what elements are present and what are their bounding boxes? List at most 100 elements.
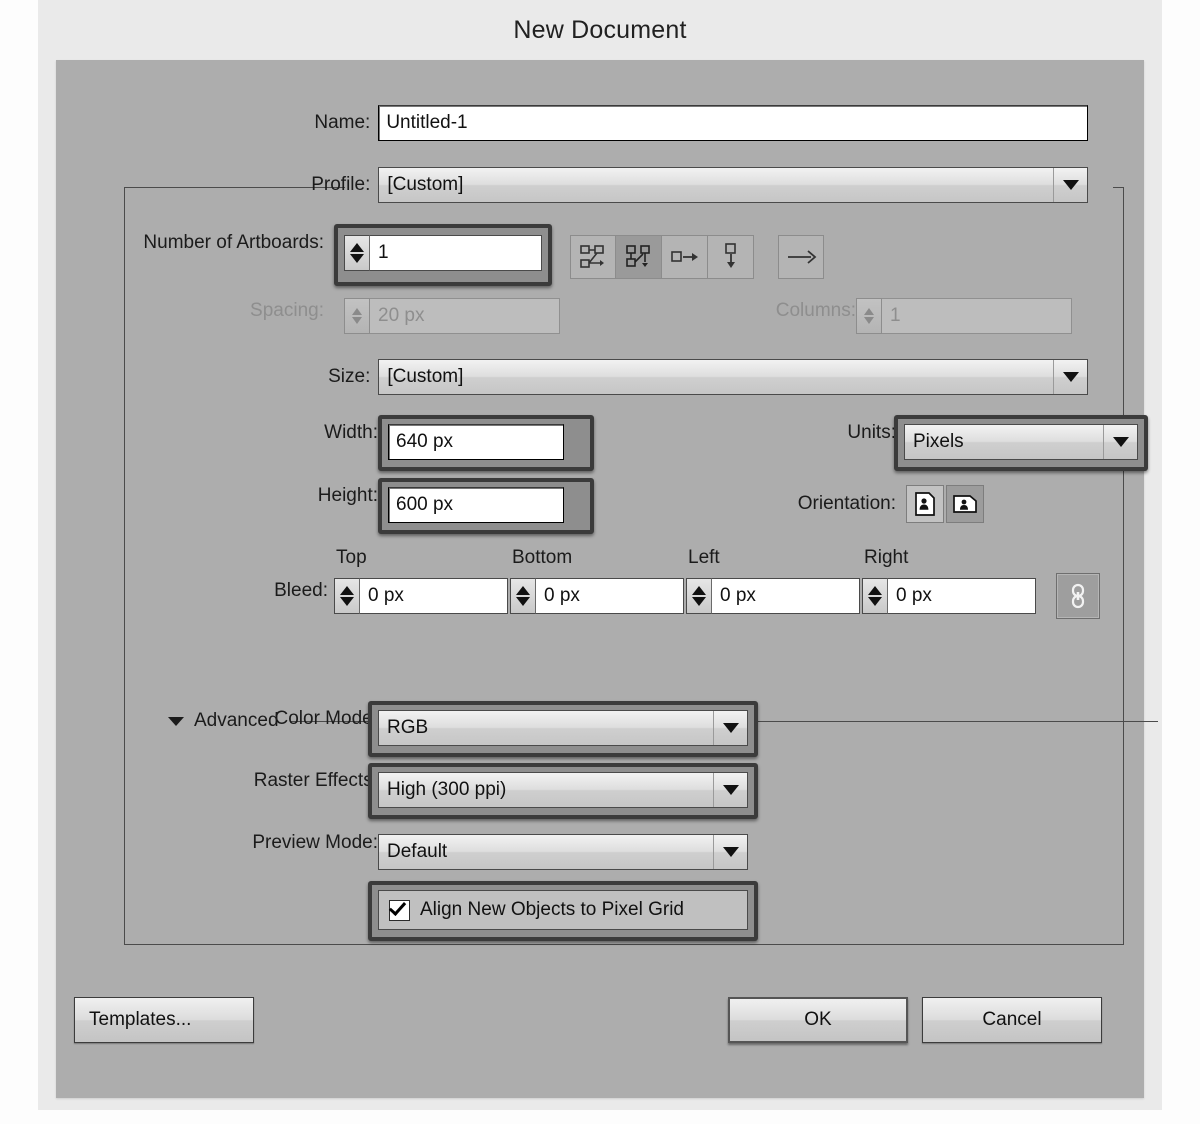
color-mode-select[interactable]: RGB: [378, 710, 748, 746]
spinner-up-icon[interactable]: [340, 586, 354, 595]
spinner-up-icon: [864, 308, 874, 315]
arrange-by-column-button[interactable]: [708, 235, 754, 279]
chevron-down-icon: [1053, 360, 1087, 394]
raster-effects-select[interactable]: High (300 ppi): [378, 772, 748, 808]
width-input[interactable]: 640 px: [388, 424, 564, 460]
orientation-label: Orientation:: [797, 493, 896, 514]
size-row: Size: [Custom]: [238, 359, 1088, 395]
chevron-down-icon: [713, 773, 747, 807]
name-input[interactable]: Untitled-1: [378, 105, 1088, 141]
spinner-down-icon[interactable]: [516, 597, 530, 606]
profile-label: Profile:: [311, 174, 371, 195]
orientation-row: Orientation:: [696, 485, 984, 523]
size-label: Size:: [328, 366, 371, 387]
bleed-left-spinner[interactable]: [686, 578, 712, 614]
bleed-bottom-label: Bottom: [512, 547, 573, 568]
columns-label: Columns:: [775, 300, 856, 321]
units-label: Units:: [847, 422, 896, 443]
window-title: New Document: [513, 15, 687, 44]
align-pixel-grid-checkbox-row[interactable]: Align New Objects to Pixel Grid: [378, 890, 748, 930]
width-row: Width:: [238, 422, 386, 444]
size-select[interactable]: [Custom]: [378, 359, 1088, 395]
orientation-landscape-button[interactable]: [946, 485, 984, 523]
preview-mode-label: Preview Mode:: [252, 832, 378, 853]
grid-by-row-button[interactable]: [570, 235, 616, 279]
layout-direction-button[interactable]: [778, 235, 824, 279]
columns-spinner: [856, 298, 882, 334]
spacing-row: Spacing:: [74, 300, 334, 322]
bleed-right-stepper[interactable]: 0 px: [862, 578, 1036, 614]
chevron-down-icon: [713, 835, 747, 869]
units-select[interactable]: Pixels: [904, 424, 1138, 460]
name-label: Name:: [314, 112, 371, 133]
bleed-link-button[interactable]: [1056, 573, 1100, 619]
artboards-spinner[interactable]: [344, 235, 370, 271]
group-border-top-right: [1113, 187, 1123, 188]
spinner-down-icon[interactable]: [868, 597, 882, 606]
spinner-up-icon[interactable]: [868, 586, 882, 595]
bleed-right-spinner[interactable]: [862, 578, 888, 614]
bleed-bottom-input[interactable]: 0 px: [536, 578, 684, 614]
height-row: Height:: [238, 485, 386, 507]
raster-effects-value: High (300 ppi): [387, 779, 507, 800]
bleed-left-stepper[interactable]: 0 px: [686, 578, 860, 614]
dialog-body: Name: Untitled-1 Profile: [Custom] Numbe…: [56, 60, 1158, 1098]
profile-row: Profile: [Custom]: [238, 167, 1088, 203]
columns-stepper: 1: [856, 298, 1072, 334]
bleed-right-caption: Right: [864, 547, 908, 569]
ok-button[interactable]: OK: [728, 997, 908, 1043]
preview-mode-select[interactable]: Default: [378, 834, 748, 870]
templates-button[interactable]: Templates...: [74, 997, 254, 1043]
bleed-left-caption: Left: [688, 547, 720, 569]
bleed-left-input[interactable]: 0 px: [712, 578, 860, 614]
columns-input: 1: [882, 298, 1072, 334]
preview-mode-row: Preview Mode:: [178, 832, 386, 854]
spinner-up-icon[interactable]: [350, 243, 364, 252]
screen: New Document Name: Untitled-1 Profile: […: [0, 0, 1200, 1124]
width-label: Width:: [324, 422, 378, 443]
bleed-bottom-stepper[interactable]: 0 px: [510, 578, 684, 614]
columns-row: Columns:: [616, 300, 866, 322]
align-pixel-grid-checkbox[interactable]: [388, 897, 410, 921]
chevron-down-icon: [1103, 425, 1137, 459]
grid-by-column-button[interactable]: [616, 235, 662, 279]
raster-effects-row: Raster Effects:: [178, 770, 386, 792]
name-row: Name: Untitled-1: [238, 105, 1088, 141]
arrange-by-column-icon: [724, 243, 736, 268]
spinner-up-icon[interactable]: [516, 586, 530, 595]
artboard-layout-buttons: [570, 235, 824, 279]
spacing-spinner: [344, 298, 370, 334]
chevron-down-icon: [713, 711, 747, 745]
cancel-button[interactable]: Cancel: [922, 997, 1102, 1043]
bleed-label: Bleed:: [274, 580, 328, 601]
orientation-portrait-button[interactable]: [906, 485, 944, 523]
bleed-top-input[interactable]: 0 px: [360, 578, 508, 614]
spinner-down-icon[interactable]: [340, 597, 354, 606]
arrange-by-row-button[interactable]: [662, 235, 708, 279]
bleed-right-input[interactable]: 0 px: [888, 578, 1036, 614]
spinner-down-icon: [352, 317, 362, 324]
arrange-by-row-icon: [670, 251, 698, 262]
bleed-top-spinner[interactable]: [334, 578, 360, 614]
color-mode-value: RGB: [387, 717, 429, 738]
profile-select[interactable]: [Custom]: [378, 167, 1088, 203]
bleed-top-stepper[interactable]: 0 px: [334, 578, 508, 614]
bleed-right-label: Right: [864, 547, 909, 568]
spacing-label: Spacing:: [250, 300, 324, 321]
bleed-bottom-caption: Bottom: [512, 547, 572, 569]
artboards-input[interactable]: 1: [370, 235, 542, 271]
portrait-icon: [915, 492, 935, 516]
spinner-up-icon[interactable]: [692, 586, 706, 595]
bleed-top-caption: Top: [336, 547, 367, 569]
spacing-stepper: 20 px: [344, 298, 560, 334]
units-row: Units:: [756, 422, 904, 444]
color-mode-row: Color Mode:: [178, 708, 386, 730]
artboards-stepper[interactable]: 1: [344, 235, 542, 271]
spinner-down-icon[interactable]: [350, 254, 364, 263]
spinner-down-icon[interactable]: [692, 597, 706, 606]
bleed-bottom-spinner[interactable]: [510, 578, 536, 614]
height-input[interactable]: 600 px: [388, 487, 564, 523]
profile-value: [Custom]: [387, 174, 464, 195]
align-pixel-grid-label: Align New Objects to Pixel Grid: [420, 899, 684, 920]
artboards-row: Number of Artboards:: [74, 232, 334, 254]
